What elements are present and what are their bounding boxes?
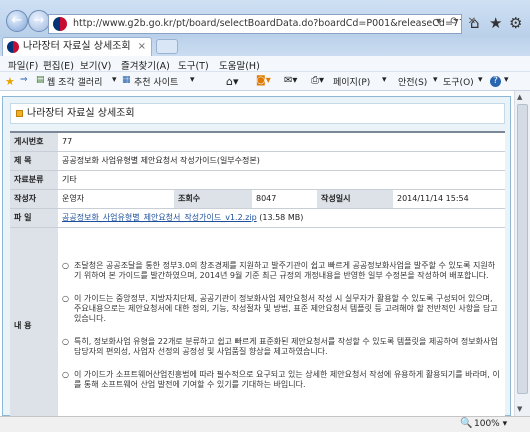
- suggested-sites-dropdown-icon[interactable]: ▾: [190, 75, 195, 85]
- subject-label: 제 목: [10, 151, 58, 171]
- menu-file[interactable]: 파일(F): [8, 58, 38, 72]
- file-download-link[interactable]: 공공정보화_사업유형별_제안요청서_작성가이드_v1.2.zip: [62, 213, 257, 222]
- scrollbar-thumb[interactable]: [517, 104, 528, 394]
- mail-icon[interactable]: ✉▾: [284, 75, 297, 86]
- menu-view[interactable]: 보기(V): [80, 58, 111, 72]
- suggested-sites-link[interactable]: 추천 사이트: [134, 75, 178, 88]
- content-paragraph: 특히, 정보화사업 유형을 22개로 분류하고 쉽고 빠르게 표준화된 제안요청…: [62, 337, 501, 357]
- tools-menu[interactable]: 도구(O): [443, 75, 474, 88]
- board-detail-panel: 나라장터 자료실 상세조회 게시번호 77 제 목 공공정보화 사업유형별 제안…: [2, 96, 511, 416]
- author-label: 작성자: [10, 189, 58, 209]
- status-bar: 🔍 100% ▾: [0, 416, 530, 432]
- tab-strip: 나라장터 자료실 상세조회 ×: [0, 37, 530, 56]
- tab-title: 나라장터 자료실 상세조회: [23, 41, 131, 52]
- vertical-scrollbar[interactable]: ▲ ▼: [514, 91, 530, 416]
- content-label: 내 용: [10, 227, 58, 416]
- page-menu[interactable]: 페이지(P): [333, 75, 370, 88]
- post-no-label: 게시번호: [10, 131, 58, 152]
- tools-menu-dropdown-icon[interactable]: ▾: [478, 75, 483, 85]
- menu-help[interactable]: 도움말(H): [219, 58, 260, 72]
- home-icon[interactable]: ⌂: [470, 14, 480, 32]
- settings-gear-icon[interactable]: ⚙: [509, 14, 522, 32]
- content-paragraph: 이 가이드는 중앙정부, 지방자치단체, 공공기관이 정보화사업 제안요청서 작…: [62, 294, 501, 324]
- menu-bar: 파일(F) 편집(E) 보기(V) 즐겨찾기(A) 도구(T) 도움말(H): [0, 56, 530, 72]
- file-size: (13.58 MB): [259, 213, 304, 222]
- url-field[interactable]: http://www.g2b.go.kr/pt/board/selectBoar…: [48, 14, 462, 34]
- page-title: 나라장터 자료실 상세조회: [10, 103, 505, 124]
- help-icon[interactable]: ?: [490, 76, 501, 87]
- zoom-icon: 🔍: [460, 418, 473, 429]
- favorites-star-icon[interactable]: ★: [489, 14, 502, 32]
- favorites-bar: ★ ⇒ ▤ 웹 조각 갤러리 ▾ ▦ 추천 사이트 ▾ ⌂▾ ◙▾ ✉▾ ⎙▾ …: [0, 72, 530, 91]
- zoom-control[interactable]: 🔍 100% ▾: [460, 418, 507, 429]
- scroll-down-icon[interactable]: ▼: [517, 405, 522, 413]
- new-tab-button[interactable]: [156, 39, 178, 54]
- page-content: 나라장터 자료실 상세조회 게시번호 77 제 목 공공정보화 사업유형별 제안…: [0, 91, 514, 416]
- content-body: 조달청은 공공조달을 통한 정부3.0의 창조경제를 지원하고 발주기관이 쉽고…: [58, 227, 505, 416]
- menu-tools[interactable]: 도구(T): [178, 58, 209, 72]
- content-paragraph: 이 가이드가 소프트웨어산업진흥법에 따라 필수적으로 요구되고 있는 상세한 …: [62, 370, 501, 390]
- web-slice-gallery-link[interactable]: 웹 조각 갤러리: [47, 75, 102, 88]
- site-favicon-icon: [53, 17, 67, 31]
- table-row: 제 목 공공정보화 사업유형별 제안요청서 작성가이드(일부수정본): [10, 151, 505, 171]
- views-value: 8047: [252, 189, 317, 209]
- rss-feed-icon[interactable]: ◙▾: [256, 75, 271, 86]
- content-paragraph: 조달청은 공공조달을 통한 정부3.0의 창조경제를 지원하고 발주기관이 쉽고…: [62, 261, 501, 281]
- table-row: 파 일 공공정보화_사업유형별_제안요청서_작성가이드_v1.2.zip (13…: [10, 208, 505, 228]
- menu-edit[interactable]: 편집(E): [43, 58, 74, 72]
- menu-favorites[interactable]: 즐겨찾기(A): [121, 58, 170, 72]
- file-cell: 공공정보화_사업유형별_제안요청서_작성가이드_v1.2.zip (13.58 …: [58, 208, 505, 228]
- help-dropdown-icon[interactable]: ▾: [504, 75, 509, 85]
- date-label: 작성일시: [317, 189, 393, 209]
- web-slice-icon: ▤: [36, 75, 45, 85]
- tab-active[interactable]: 나라장터 자료실 상세조회 ×: [2, 37, 152, 56]
- url-text: http://www.g2b.go.kr/pt/board/selectBoar…: [73, 18, 462, 29]
- zoom-level: 100%: [474, 419, 500, 429]
- table-row: 내 용 조달청은 공공조달을 통한 정부3.0의 창조경제를 지원하고 발주기관…: [10, 227, 505, 416]
- file-label: 파 일: [10, 208, 58, 228]
- page-title-text: 나라장터 자료실 상세조회: [27, 108, 135, 119]
- table-row: 게시번호 77: [10, 131, 505, 152]
- title-bullet-icon: [16, 110, 23, 117]
- tab-close-icon[interactable]: ×: [138, 38, 146, 55]
- category-label: 자료분류: [10, 170, 58, 190]
- subject-value: 공공정보화 사업유형별 제안요청서 작성가이드(일부수정본): [58, 151, 505, 171]
- table-row: 작성자 운영자 조회수 8047 작성일시 2014/11/14 15:54: [10, 189, 505, 209]
- table-row: 자료분류 기타: [10, 170, 505, 190]
- print-icon[interactable]: ⎙▾: [311, 75, 324, 86]
- add-favorite-icon[interactable]: ⇒: [20, 75, 28, 85]
- favorites-star-icon-small[interactable]: ★: [5, 75, 15, 88]
- post-no-value: 77: [58, 131, 505, 152]
- scroll-up-icon[interactable]: ▲: [517, 93, 522, 101]
- forward-icon[interactable]: →: [28, 10, 50, 32]
- date-value: 2014/11/14 15:54: [393, 189, 505, 209]
- address-bar-area: ← → http://www.g2b.go.kr/pt/board/select…: [0, 0, 530, 37]
- suggested-sites-icon: ▦: [122, 75, 131, 85]
- browser-window: ← → http://www.g2b.go.kr/pt/board/select…: [0, 0, 530, 432]
- detail-table: 게시번호 77 제 목 공공정보화 사업유형별 제안요청서 작성가이드(일부수정…: [10, 131, 505, 416]
- views-label: 조회수: [174, 189, 252, 209]
- back-icon[interactable]: ←: [6, 10, 28, 32]
- home-toolbar-icon[interactable]: ⌂▾: [226, 75, 239, 88]
- category-value: 기타: [58, 170, 505, 190]
- page-menu-dropdown-icon[interactable]: ▾: [382, 75, 387, 85]
- author-value: 운영자: [58, 189, 174, 209]
- web-slice-dropdown-icon[interactable]: ▾: [112, 75, 117, 85]
- safety-menu[interactable]: 안전(S): [398, 75, 427, 88]
- tab-favicon-icon: [7, 41, 19, 53]
- safety-menu-dropdown-icon[interactable]: ▾: [433, 75, 438, 85]
